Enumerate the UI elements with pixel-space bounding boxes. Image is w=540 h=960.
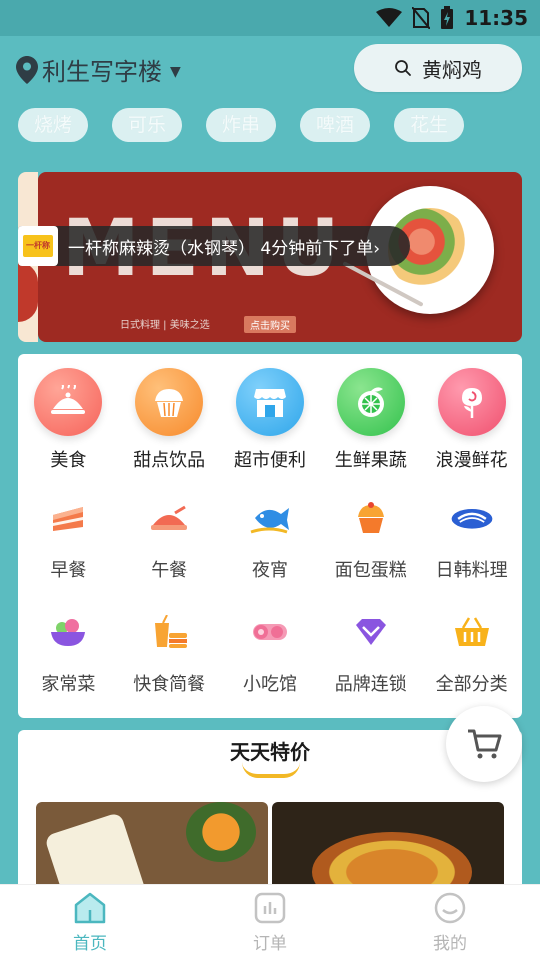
caret-down-icon: ▼ <box>170 63 181 80</box>
category-flowers[interactable]: 浪漫鲜花 <box>421 368 522 472</box>
category-label: 快食简餐 <box>133 674 206 695</box>
category-dessert-drinks[interactable]: 甜点饮品 <box>119 368 220 472</box>
order-icon <box>253 891 287 925</box>
hot-tag-label: 烧烤 <box>34 114 73 136</box>
nav-label: 首页 <box>73 934 107 954</box>
daily-deals-section: 天天特价 <box>18 730 522 900</box>
cart-icon <box>468 729 502 759</box>
hot-tag-label: 花生 <box>410 114 449 136</box>
diamond-icon <box>349 610 393 654</box>
home-icon <box>73 891 107 925</box>
category-label: 美食 <box>50 450 87 471</box>
cake-slice-icon <box>46 496 90 540</box>
category-supermarket[interactable]: 超市便利 <box>220 368 321 472</box>
roll-snack-icon <box>248 610 292 654</box>
hot-tag[interactable]: 炸串 <box>206 108 277 142</box>
hot-tag-label: 炸串 <box>222 114 261 136</box>
category-bakery[interactable]: 面包蛋糕 <box>320 496 421 582</box>
hot-tag[interactable]: 花生 <box>394 108 465 142</box>
basket-icon <box>450 610 494 654</box>
category-label: 生鲜果蔬 <box>334 450 407 471</box>
category-late-night-snack[interactable]: 夜宵 <box>220 496 321 582</box>
category-label: 午餐 <box>151 560 188 581</box>
hot-tag[interactable]: 可乐 <box>112 108 183 142</box>
location-label: 利生写字楼 <box>42 58 162 86</box>
hot-tag[interactable]: 啤酒 <box>300 108 371 142</box>
status-time: 11:35 <box>464 6 528 30</box>
category-all[interactable]: 全部分类 <box>421 610 522 696</box>
sub-category-row: 早餐 午餐 夜宵 面包蛋糕 日韩料理 <box>18 496 522 582</box>
category-label: 早餐 <box>50 560 87 581</box>
shop-logo: 一杆称 <box>18 226 58 266</box>
category-breakfast[interactable]: 早餐 <box>18 496 119 582</box>
category-label: 家常菜 <box>41 674 96 695</box>
orange-fruit-icon <box>336 368 405 436</box>
food-cloche-icon <box>34 368 103 436</box>
hot-search-tags: 烧烤 可乐 炸串 啤酒 花生 <box>18 108 465 142</box>
cupcake-icon <box>349 496 393 540</box>
category-grid: 美食 甜点饮品 超市便利 生鲜果蔬 浪漫鲜花 早餐 午餐 夜宵 面包蛋糕 日韩料… <box>18 354 522 718</box>
location-pin-icon <box>16 55 38 84</box>
hot-tag-label: 可乐 <box>128 114 167 136</box>
wifi-icon <box>376 8 403 27</box>
order-notification-toast[interactable]: 一杆称 一杆称麻辣烫（水钢琴） 4分钟前下了单› <box>18 226 410 266</box>
category-label: 超市便利 <box>233 450 306 471</box>
category-lunch[interactable]: 午餐 <box>119 496 220 582</box>
shop-logo-text: 一杆称 <box>23 235 53 257</box>
search-icon <box>395 60 411 76</box>
category-fresh-produce[interactable]: 生鲜果蔬 <box>320 368 421 472</box>
category-brand-chains[interactable]: 品牌连锁 <box>320 610 421 696</box>
bowl-icon <box>46 610 90 654</box>
category-label: 浪漫鲜花 <box>435 450 508 471</box>
category-label: 面包蛋糕 <box>334 560 407 581</box>
category-label: 日韩料理 <box>435 560 508 581</box>
category-japanese-korean[interactable]: 日韩料理 <box>421 496 522 582</box>
category-label: 夜宵 <box>251 560 288 581</box>
nav-profile[interactable]: 我的 <box>360 885 540 960</box>
category-food[interactable]: 美食 <box>18 368 119 472</box>
nav-home[interactable]: 首页 <box>0 885 180 960</box>
order-toast-message: 一杆称麻辣烫（水钢琴） 4分钟前下了单› <box>68 238 381 259</box>
search-box[interactable]: 黄焖鸡 <box>354 44 522 92</box>
category-snack-bar[interactable]: 小吃馆 <box>220 610 321 696</box>
store-icon <box>235 368 304 436</box>
sushi-icon <box>450 496 494 540</box>
cupcake-icon <box>135 368 204 436</box>
dish-icon <box>147 496 191 540</box>
banner-subtitle: 日式料理 | 美味之选 <box>120 320 210 331</box>
fastfood-icon <box>147 610 191 654</box>
category-label: 品牌连锁 <box>334 674 407 695</box>
main-category-row: 美食 甜点饮品 超市便利 生鲜果蔬 浪漫鲜花 <box>18 368 522 472</box>
category-label: 小吃馆 <box>242 674 297 695</box>
smile-decoration-icon <box>242 762 300 778</box>
fish-icon <box>248 496 292 540</box>
hot-tag[interactable]: 烧烤 <box>18 108 89 142</box>
rose-icon <box>437 368 506 436</box>
nav-label: 我的 <box>433 934 467 954</box>
hot-tag-label: 啤酒 <box>316 114 355 136</box>
category-label: 全部分类 <box>435 674 508 695</box>
profile-icon <box>433 891 467 925</box>
search-placeholder: 黄焖鸡 <box>422 57 482 82</box>
banner-cta-button[interactable]: 点击购买 <box>244 316 296 333</box>
battery-charging-icon <box>441 6 454 29</box>
category-label: 甜点饮品 <box>133 450 206 471</box>
location-selector[interactable]: 利生写字楼 ▼ <box>16 52 181 87</box>
cart-button[interactable] <box>446 706 522 782</box>
category-home-cooking[interactable]: 家常菜 <box>18 610 119 696</box>
nav-orders[interactable]: 订单 <box>180 885 360 960</box>
bottom-nav: 首页 订单 我的 <box>0 884 540 960</box>
header: 利生写字楼 ▼ 黄焖鸡 <box>0 44 540 96</box>
nav-label: 订单 <box>253 934 287 954</box>
category-fast-food[interactable]: 快食简餐 <box>119 610 220 696</box>
no-sim-icon <box>412 7 431 29</box>
sub-category-row: 家常菜 快食简餐 小吃馆 品牌连锁 全部分类 <box>18 610 522 696</box>
status-bar: 11:35 <box>0 0 540 36</box>
